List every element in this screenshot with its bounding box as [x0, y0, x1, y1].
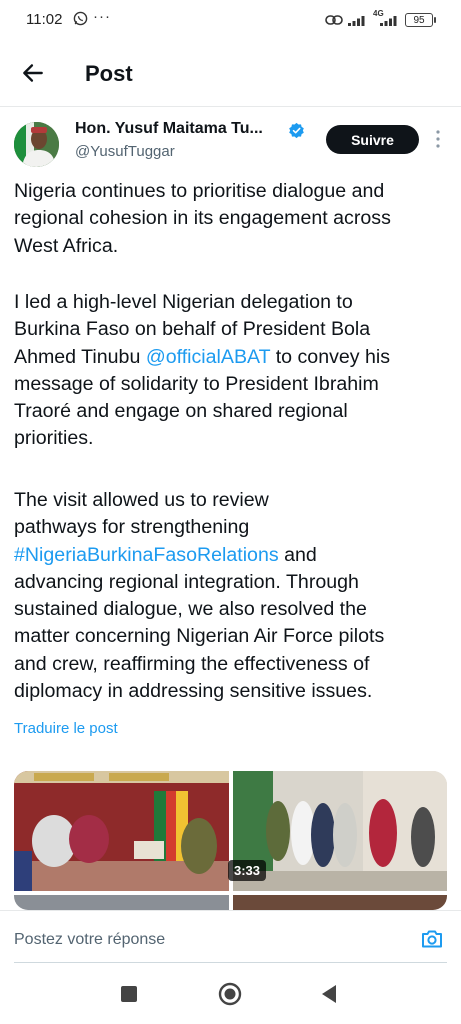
more-options-icon[interactable]	[436, 130, 440, 148]
post-line: regional cohesion in its engagement acro…	[14, 207, 391, 230]
post-line: Burkina Faso on behalf of President Bola	[14, 318, 371, 341]
post-line: Ahmed Tinubu @officialABAT to convey his	[14, 344, 449, 371]
post-line: advancing regional integration. Through	[14, 570, 359, 593]
status-bar: 11:02 ··· 4G 95	[0, 0, 461, 42]
follow-button[interactable]: Suivre	[326, 125, 419, 154]
status-time: 11:02	[26, 11, 63, 28]
battery-icon: 95	[405, 13, 433, 27]
post-text: Ahmed Tinubu	[14, 345, 146, 368]
signal-icon	[348, 16, 365, 26]
camera-icon[interactable]	[420, 927, 444, 951]
system-back-button[interactable]	[320, 984, 338, 1004]
post-line: Nigeria continues to prioritise dialogue…	[14, 180, 385, 202]
avatar-portrait	[14, 122, 59, 167]
reply-divider	[0, 910, 461, 911]
post-line: priorities.	[14, 427, 94, 450]
back-arrow-icon[interactable]	[20, 60, 46, 86]
post-line: The visit allowed us to review	[14, 489, 269, 511]
post-line: Traoré and engage on shared regional	[14, 400, 348, 423]
home-button[interactable]	[218, 982, 242, 1006]
post-line: West Africa.	[14, 234, 119, 257]
post-line: diplomacy in addressing sensitive issues…	[14, 680, 373, 703]
translate-post-link[interactable]: Traduire le post	[14, 720, 118, 737]
mention-link[interactable]: @officialABAT	[146, 346, 270, 368]
post-line: #NigeriaBurkinaFasoRelations and	[14, 542, 449, 569]
post-text: and	[278, 543, 317, 566]
header-divider	[0, 106, 461, 107]
battery-tip	[434, 17, 436, 23]
post-line: matter concerning Nigerian Air Force pil…	[14, 625, 385, 648]
media-photo[interactable]	[14, 771, 229, 891]
post-line: sustained dialogue, we also resolved the	[14, 598, 367, 621]
media-photo[interactable]	[233, 895, 447, 910]
post-paragraph-2: I led a high-level Nigerian delegation t…	[14, 289, 449, 453]
media-photo[interactable]	[14, 895, 229, 910]
post-text: to convey his	[270, 345, 391, 368]
post-line: I led a high-level Nigerian delegation t…	[14, 291, 353, 313]
avatar[interactable]	[14, 122, 59, 167]
verified-badge-icon	[289, 122, 304, 139]
photo-meeting-room	[14, 771, 229, 891]
author-name[interactable]: Hon. Yusuf Maitama Tu...	[75, 120, 263, 138]
reply-input[interactable]	[14, 929, 394, 951]
author-handle[interactable]: @YusufTuggar	[75, 143, 175, 160]
whatsapp-icon	[73, 11, 88, 26]
page-title: Post	[85, 61, 133, 86]
media-grid	[14, 771, 447, 910]
post-paragraph-1: Nigeria continues to prioritise dialogue…	[14, 178, 449, 260]
post-line: message of solidarity to President Ibrah…	[14, 372, 379, 395]
link-icon	[325, 15, 343, 25]
status-more-dots: ···	[93, 8, 111, 25]
signal-icon	[380, 16, 397, 26]
recent-apps-button[interactable]	[121, 986, 137, 1002]
post-paragraph-3: The visit allowed us to review pathways …	[14, 487, 449, 705]
post-line: pathways for strengthening	[14, 516, 250, 539]
hashtag-link[interactable]: #NigeriaBurkinaFasoRelations	[14, 544, 279, 566]
video-duration-badge: 3:33	[228, 860, 267, 881]
reply-underline	[14, 962, 447, 963]
post-line: and crew, reaffirming the effectiveness …	[14, 652, 370, 675]
